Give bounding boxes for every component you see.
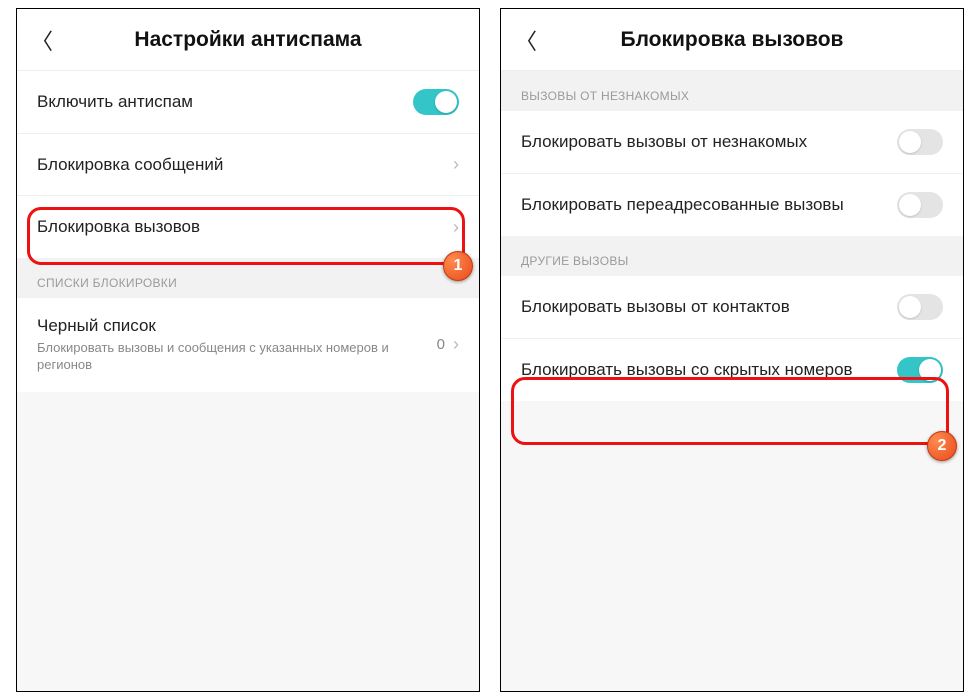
page-title: Настройки антиспама: [31, 28, 465, 52]
toggle-hidden[interactable]: [897, 357, 943, 383]
label-unknown: Блокировать вызовы от незнакомых: [521, 132, 897, 152]
label-hidden: Блокировать вызовы со скрытых номеров: [521, 360, 897, 380]
row-message-block[interactable]: Блокировка сообщений ›: [17, 134, 479, 196]
row-block-unknown[interactable]: Блокировать вызовы от незнакомых: [501, 111, 963, 174]
section-other: ДРУГИЕ ВЫЗОВЫ: [501, 236, 963, 276]
toggle-unknown[interactable]: [897, 129, 943, 155]
label-contacts: Блокировать вызовы от контактов: [521, 297, 897, 317]
toggle-enable[interactable]: [413, 89, 459, 115]
step-badge-2: 2: [927, 431, 957, 461]
chevron-right-icon: ›: [453, 217, 459, 238]
phone-left: 〈 Настройки антиспама Включить антиспам …: [16, 8, 480, 692]
toggle-forwarded[interactable]: [897, 192, 943, 218]
toggle-contacts[interactable]: [897, 294, 943, 320]
label-forwarded: Блокировать переадресованные вызовы: [521, 195, 897, 215]
page-title: Блокировка вызовов: [515, 28, 949, 52]
row-blacklist[interactable]: Черный список Блокировать вызовы и сообщ…: [17, 298, 479, 392]
sub-blacklist: Блокировать вызовы и сообщения с указанн…: [37, 340, 437, 374]
section-unknown: ВЫЗОВЫ ОТ НЕЗНАКОМЫХ: [501, 71, 963, 111]
chevron-right-icon: ›: [453, 154, 459, 175]
label-msg-block: Блокировка сообщений: [37, 155, 453, 175]
chevron-right-icon: ›: [453, 334, 459, 355]
row-block-contacts[interactable]: Блокировать вызовы от контактов: [501, 276, 963, 339]
label-call-block: Блокировка вызовов: [37, 217, 453, 237]
header-right: 〈 Блокировка вызовов: [501, 9, 963, 71]
label-enable: Включить антиспам: [37, 92, 413, 112]
row-block-forwarded[interactable]: Блокировать переадресованные вызовы: [501, 174, 963, 236]
step-badge-1: 1: [443, 251, 473, 281]
label-blacklist: Черный список: [37, 316, 437, 336]
phone-right: 〈 Блокировка вызовов ВЫЗОВЫ ОТ НЕЗНАКОМЫ…: [500, 8, 964, 692]
row-call-block[interactable]: Блокировка вызовов ›: [17, 196, 479, 258]
blacklist-count: 0: [437, 336, 445, 353]
row-block-hidden[interactable]: Блокировать вызовы со скрытых номеров: [501, 339, 963, 401]
section-blocklists: СПИСКИ БЛОКИРОВКИ: [17, 258, 479, 298]
header-left: 〈 Настройки антиспама: [17, 9, 479, 71]
row-enable-antispam[interactable]: Включить антиспам: [17, 71, 479, 134]
